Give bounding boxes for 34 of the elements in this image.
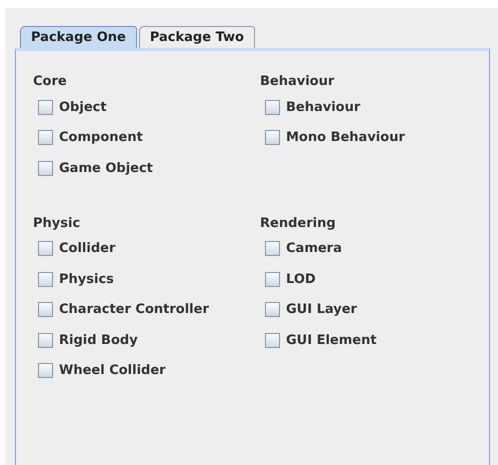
checkbox-label[interactable]: Game Object bbox=[59, 160, 153, 176]
checkbox[interactable] bbox=[38, 160, 53, 176]
section-heading: Behaviour bbox=[260, 73, 336, 91]
checkbox-label[interactable]: Behaviour bbox=[286, 100, 360, 115]
checkbox[interactable] bbox=[38, 100, 53, 115]
checkbox-label[interactable]: Object bbox=[59, 100, 107, 115]
checkbox-label[interactable]: LOD bbox=[286, 272, 316, 287]
checkbox-label[interactable]: Character Controller bbox=[59, 302, 209, 318]
checkbox-label[interactable]: Component bbox=[59, 130, 143, 146]
checkbox[interactable] bbox=[265, 332, 280, 348]
checkbox[interactable] bbox=[38, 302, 53, 318]
checkbox-label[interactable]: GUI Layer bbox=[286, 302, 357, 318]
checkbox-label[interactable]: Rigid Body bbox=[59, 332, 138, 348]
checkbox[interactable] bbox=[265, 100, 280, 115]
tab[interactable]: Package One bbox=[20, 26, 137, 48]
checkbox[interactable] bbox=[38, 363, 53, 378]
checkbox[interactable] bbox=[265, 130, 280, 146]
checkbox-label[interactable]: Camera bbox=[286, 241, 342, 256]
section-heading: Rendering bbox=[260, 214, 337, 232]
checkbox-label[interactable]: Physics bbox=[59, 272, 114, 287]
tab[interactable]: Package Two bbox=[138, 26, 255, 48]
checkbox[interactable] bbox=[265, 241, 280, 256]
checkbox[interactable] bbox=[38, 332, 53, 348]
checkbox[interactable] bbox=[265, 272, 280, 287]
checkbox[interactable] bbox=[265, 302, 280, 318]
section-heading: Physic bbox=[33, 214, 82, 232]
checkbox[interactable] bbox=[38, 272, 53, 287]
checkbox-label[interactable]: Collider bbox=[59, 241, 116, 256]
checkbox[interactable] bbox=[38, 241, 53, 256]
section-heading: Core bbox=[33, 73, 68, 91]
checkbox-label[interactable]: Wheel Collider bbox=[59, 363, 166, 378]
checkbox[interactable] bbox=[38, 130, 53, 146]
checkbox-label[interactable]: GUI Element bbox=[286, 332, 377, 348]
checkbox-label[interactable]: Mono Behaviour bbox=[286, 130, 405, 146]
